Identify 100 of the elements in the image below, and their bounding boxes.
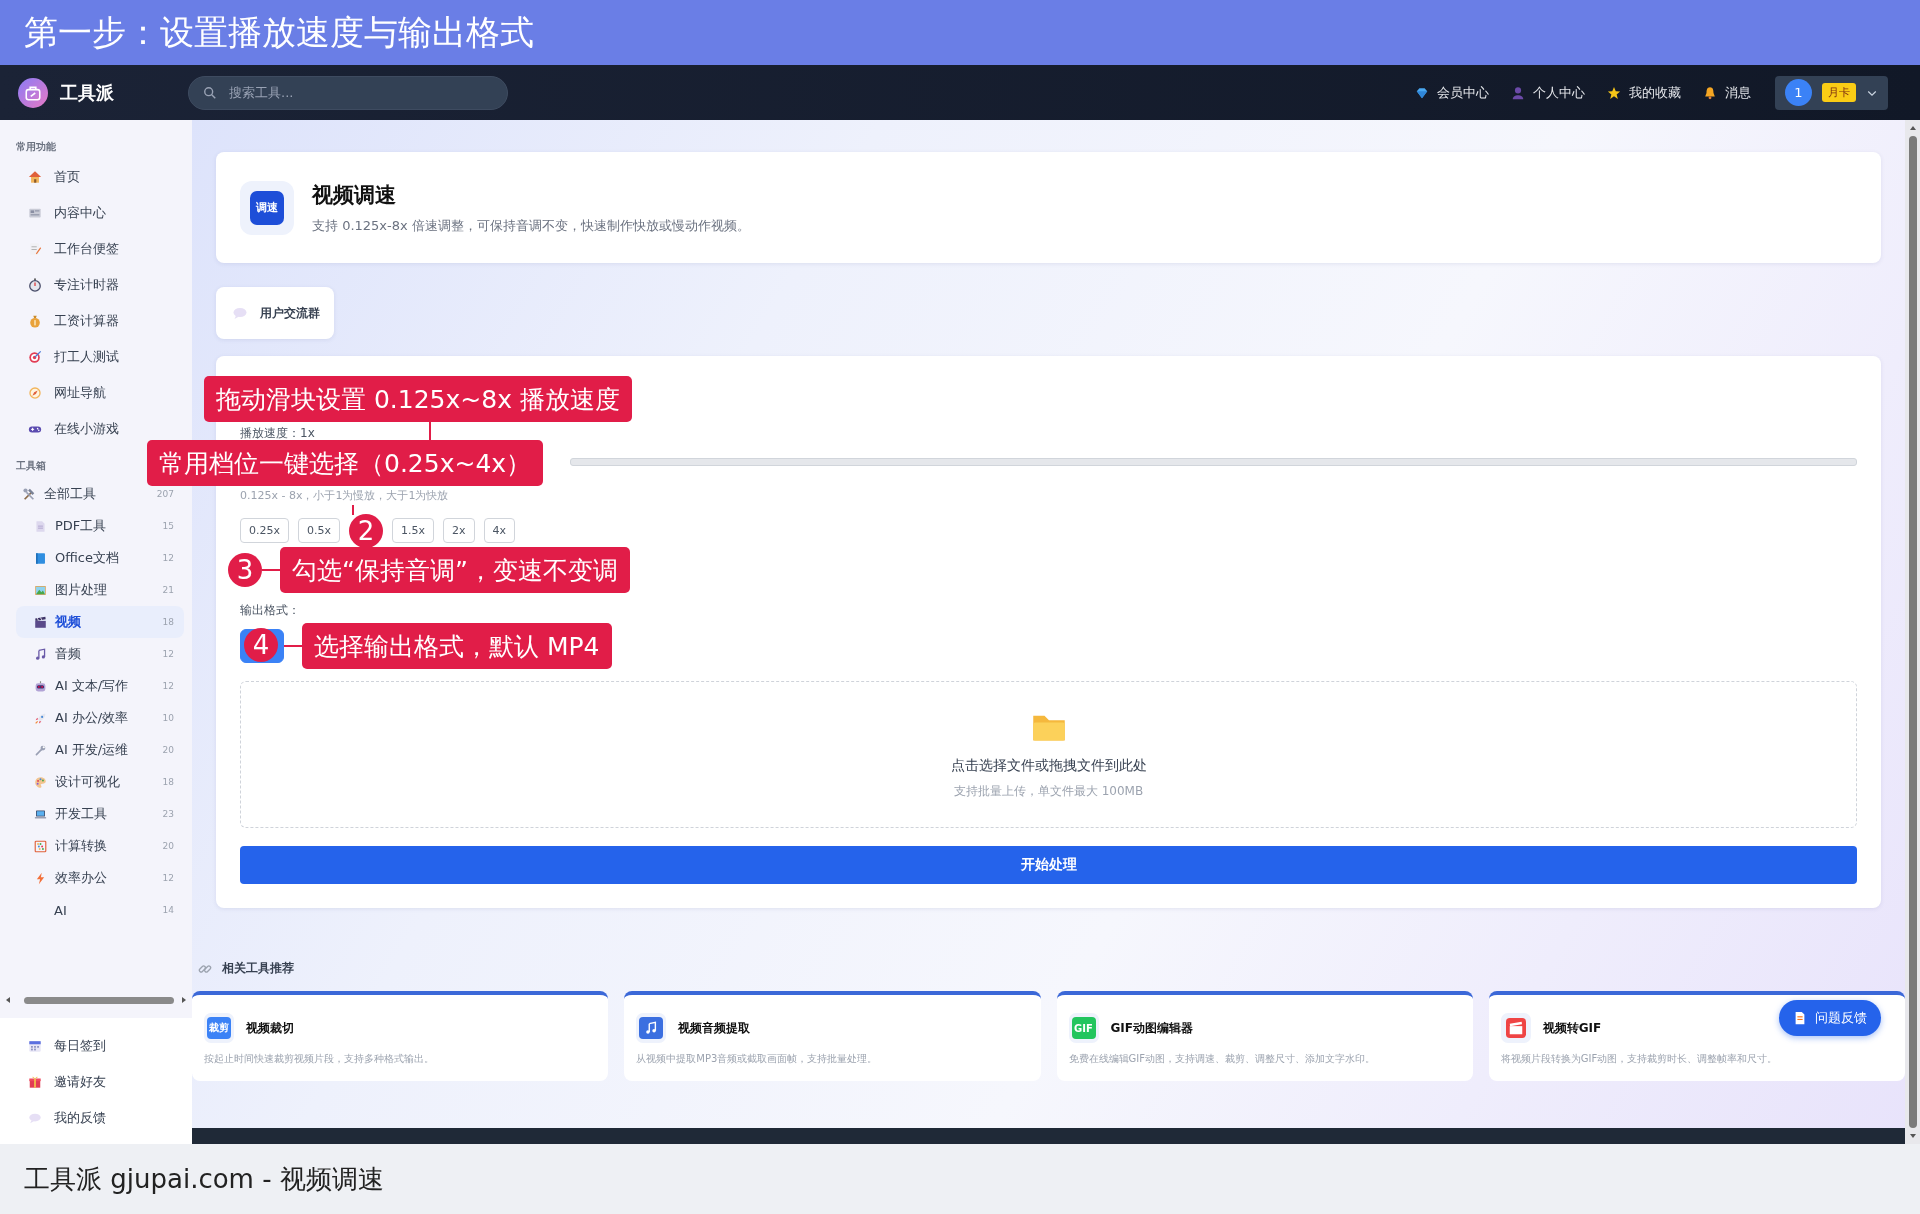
sidebar-item[interactable]: AI 开发/运维 20 [16,734,184,766]
banner-title: 第一步：设置播放速度与输出格式 [24,10,534,54]
card-title: 视频音频提取 [678,1019,751,1037]
sidebar-item[interactable]: 工资计算器 [16,303,192,339]
sidebar-item[interactable]: AI 办公/效率 10 [16,702,184,734]
sidebar-item[interactable]: 设计可视化 18 [16,766,184,798]
speed-preset[interactable]: 0.5x [298,518,341,543]
star-icon [1607,85,1621,100]
diamond-icon [1415,85,1429,100]
leader-line [284,645,302,647]
tool-card[interactable]: 视频音频提取 从视频中提取MP3音频或截取画面帧，支持批量处理。 [624,991,1041,1081]
nav-link[interactable]: 个人中心 [1511,83,1585,102]
sidebar-item[interactable]: 专注计时器 [16,267,192,303]
tool-card[interactable]: 裁剪 视频裁切 按起止时间快速裁剪视频片段，支持多种格式输出。 [192,991,609,1081]
nav-link[interactable]: 消息 [1703,83,1751,102]
sidebar-item[interactable]: 每日签到 [16,1028,192,1064]
tool-title: 视频调速 [312,181,397,209]
sidebar-item[interactable]: 打工人测试 [16,339,192,375]
abacus-icon [34,839,47,853]
feedback-button[interactable]: 问题反馈 [1779,1000,1881,1036]
wrench-icon [34,743,47,757]
sidebar-item[interactable]: 图片处理 21 [16,574,184,606]
speed-hint: 0.125x - 8x，小于1为慢放，大于1为快放 [240,488,449,504]
sidebar-item[interactable]: AI 文本/写作 12 [16,670,184,702]
site-name[interactable]: 工具派 [60,80,114,105]
leader-line [262,569,280,571]
annotation-callout: 勾选“保持音调”，变速不变调 [280,547,630,593]
speed-preset[interactable]: 4x [483,518,516,543]
card-title: GIF动图编辑器 [1110,1019,1193,1037]
memo-icon [28,242,42,256]
speed-preset[interactable]: 0.25x [240,518,289,543]
target-icon [28,350,42,364]
speech-bubble-icon [232,305,248,321]
stopwatch-icon [28,278,42,292]
robot-icon [34,679,47,693]
start-button[interactable]: 开始处理 [240,846,1857,884]
sidebar-item[interactable]: 音频 12 [16,638,184,670]
lightning-icon [34,871,47,885]
money-bag-icon [28,314,42,328]
annotation-callout: 常用档位一键选择（0.25x~4x） [147,440,544,486]
card-description: 从视频中提取MP3音频或截取画面帧，支持批量处理。 [636,1052,879,1066]
sidebar-item[interactable]: 我的反馈 [16,1100,192,1136]
user-group-button[interactable]: 用户交流群 [216,287,334,339]
leader-line [429,422,431,440]
card-description: 免费在线编辑GIF动图，支持调速、裁剪、调整尺寸、添加文字水印。 [1068,1052,1376,1066]
landscape-icon [34,583,47,597]
sidebar-item[interactable]: AI 14 [16,894,184,926]
gift-icon [28,1075,42,1089]
speed-preset[interactable]: 2x [443,518,475,543]
scroll-left-icon [4,996,12,1004]
annotation-callout: 选择输出格式，默认 MP4 [302,623,612,669]
section-title: 工具箱 [16,459,46,473]
step-marker: 3 [228,553,262,587]
card-description: 按起止时间快速裁剪视频片段，支持多种格式输出。 [204,1052,435,1066]
sidebar-item[interactable]: 视频 18 [16,606,184,638]
sidebar-item[interactable]: 网址导航 [16,375,192,411]
scroll-right-icon [180,996,188,1004]
scissors-tile-icon: 裁剪 [207,1017,231,1039]
format-label: 输出格式： [240,602,301,619]
speech-bubble-icon [28,1111,42,1125]
scrollbar-thumb[interactable] [24,996,174,1004]
palette-icon [34,775,47,789]
music-note-icon [34,647,47,661]
clapperboard-icon [34,615,47,629]
sidebar-item[interactable]: 邀请好友 [16,1064,192,1100]
speed-preset[interactable]: 1.5x [392,518,435,543]
caption: 工具派 gjupai.com - 视频调速 [24,1162,384,1196]
sidebar-item[interactable]: 首页 [16,159,192,195]
scroll-down-icon [1908,1132,1917,1140]
bell-icon [1703,85,1717,100]
gif-icon: GIF [1071,1017,1096,1039]
sidebar-item[interactable]: 内容中心 [16,195,192,231]
tool-description: 支持 0.125x-8x 倍速调整，可保持音调不变，快速制作快放或慢动作视频。 [312,216,750,235]
sidebar-item[interactable]: 计算转换 20 [16,830,184,862]
search-bar[interactable]: 搜索工具... [188,75,508,110]
nav-link[interactable]: 会员中心 [1415,83,1489,102]
scroll-up-icon [1908,124,1917,132]
tool-card[interactable]: GIF GIF动图编辑器 免费在线编辑GIF动图，支持调速、裁剪、调整尺寸、添加文字水印。 [1056,991,1473,1081]
sidebar-item[interactable]: 效率办公 12 [16,862,184,894]
section-title: 常用功能 [16,140,56,154]
clapperboard-icon [1505,1018,1526,1038]
compass-icon [28,386,42,400]
sidebar-item[interactable]: Office文档 12 [16,542,184,574]
upload-hint: 支持批量上传，单文件最大 100MB [953,783,1144,800]
sidebar-item[interactable]: 开发工具 23 [16,798,184,830]
sidebar-item[interactable]: PDF工具 15 [16,510,184,542]
card-title: 视频转GIF [1542,1019,1602,1037]
search-field[interactable]: 搜索工具... [227,84,493,101]
speed-label: 播放速度：1x [240,425,315,442]
card-title: 视频裁切 [246,1019,294,1037]
membership-badge: 月卡 [1822,83,1856,102]
scrollbar-thumb[interactable] [1908,136,1917,1128]
person-icon [1511,85,1525,100]
logo-icon[interactable] [18,77,48,108]
nav-link[interactable]: 我的收藏 [1607,83,1681,102]
tools-icon [22,487,36,501]
sidebar-item[interactable]: 工作台便签 [16,231,192,267]
upload-area[interactable]: 点击选择文件或拖拽文件到此处 支持批量上传，单文件最大 100MB [240,681,1857,828]
user-menu[interactable]: 1 月卡 [1775,75,1888,110]
calendar-icon [28,1039,42,1053]
